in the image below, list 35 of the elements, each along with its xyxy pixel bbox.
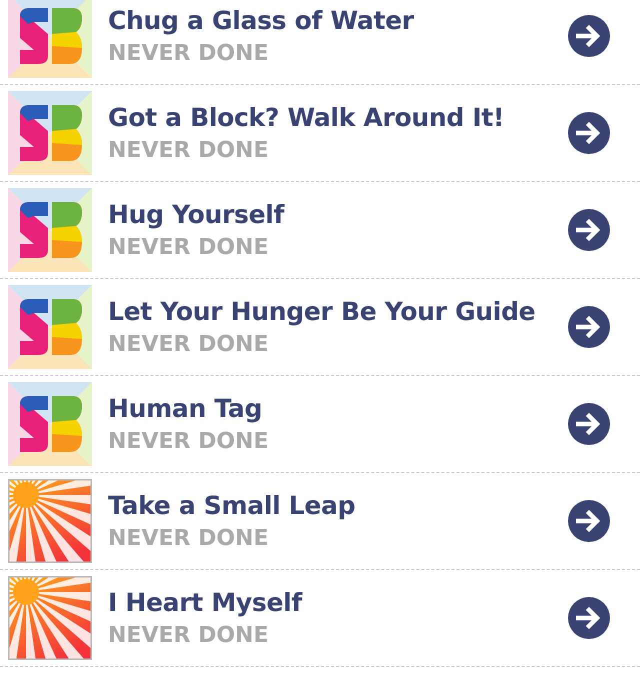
arrow-right-icon bbox=[576, 607, 602, 629]
rainbow-logo-icon bbox=[8, 0, 92, 78]
arrow-right-icon bbox=[576, 316, 602, 338]
item-status: NEVER DONE bbox=[108, 138, 270, 163]
arrow-button[interactable] bbox=[568, 112, 610, 154]
arrow-button[interactable] bbox=[568, 306, 610, 348]
arrow-right-icon bbox=[576, 25, 602, 47]
item-title: Take a Small Leap bbox=[108, 491, 356, 520]
rainbow-logo-icon bbox=[8, 91, 92, 175]
item-status: NEVER DONE bbox=[108, 526, 270, 551]
arrow-right-icon bbox=[576, 219, 602, 241]
item-title: Got a Block? Walk Around It! bbox=[108, 103, 506, 132]
sunburst-icon bbox=[8, 479, 92, 563]
arrow-right-icon bbox=[576, 122, 602, 144]
arrow-right-icon bbox=[576, 413, 602, 435]
arrow-button[interactable] bbox=[568, 597, 610, 639]
item-title: Human Tag bbox=[108, 394, 264, 423]
sunburst-icon bbox=[8, 576, 92, 660]
arrow-button[interactable] bbox=[568, 15, 610, 57]
item-status: NEVER DONE bbox=[108, 623, 270, 648]
rainbow-logo-icon bbox=[8, 188, 92, 272]
arrow-button[interactable] bbox=[568, 500, 610, 542]
item-status: NEVER DONE bbox=[108, 429, 270, 454]
arrow-button[interactable] bbox=[568, 209, 610, 251]
item-status: NEVER DONE bbox=[108, 235, 270, 260]
item-title: Let Your Hunger Be Your Guide bbox=[108, 297, 536, 326]
item-status: NEVER DONE bbox=[108, 41, 270, 66]
item-title: Hug Yourself bbox=[108, 200, 286, 229]
arrow-right-icon bbox=[576, 510, 602, 532]
rainbow-logo-icon bbox=[8, 285, 92, 369]
item-status: NEVER DONE bbox=[108, 332, 270, 357]
item-title: I Heart Myself bbox=[108, 588, 304, 617]
arrow-button[interactable] bbox=[568, 403, 610, 445]
item-title: Chug a Glass of Water bbox=[108, 6, 415, 35]
rainbow-logo-icon bbox=[8, 382, 92, 466]
